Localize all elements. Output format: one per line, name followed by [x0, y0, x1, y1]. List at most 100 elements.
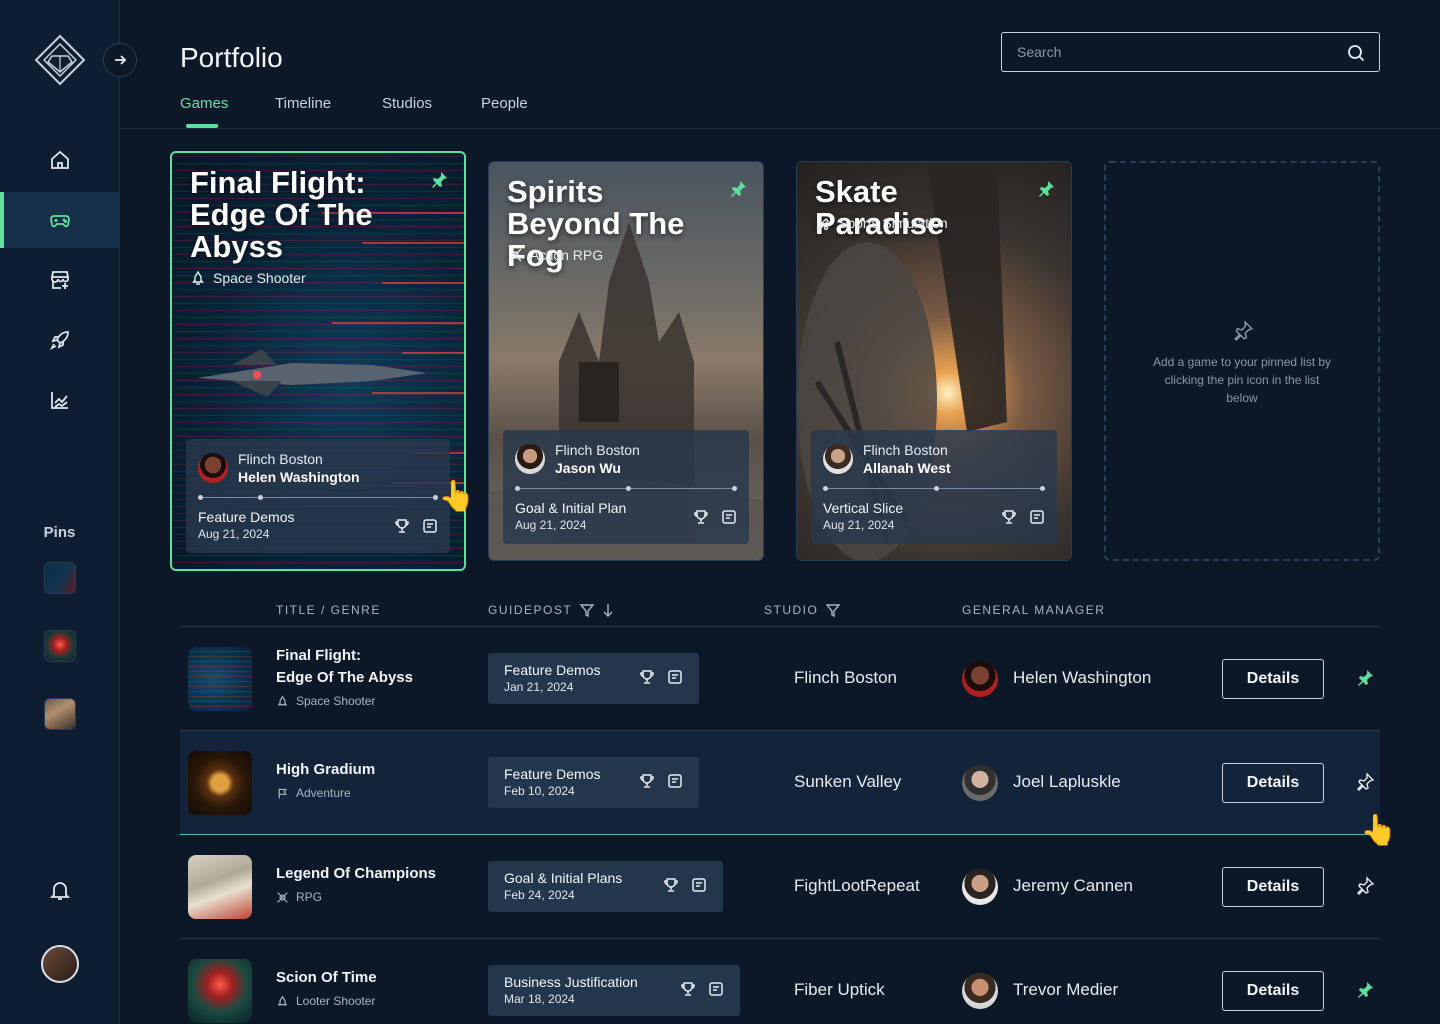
card-studio: Flinch Boston — [238, 451, 323, 467]
nav-store[interactable] — [0, 252, 119, 308]
trophy-icon[interactable] — [693, 509, 709, 525]
notes-icon[interactable] — [1029, 509, 1045, 525]
notes-icon[interactable] — [708, 981, 724, 997]
trophy-icon[interactable] — [394, 518, 410, 534]
rpg-icon — [277, 891, 288, 903]
expand-sidebar-button[interactable] — [103, 43, 137, 77]
guidepost-stage: Feature Demos — [504, 662, 601, 678]
space-shooter-icon — [277, 694, 288, 706]
nav-home[interactable] — [0, 132, 119, 188]
details-button[interactable]: Details — [1222, 763, 1324, 803]
notifications-button[interactable] — [44, 874, 76, 906]
rocket-icon — [49, 331, 69, 351]
notes-icon[interactable] — [691, 877, 707, 893]
header: Portfolio Games Timeline Studios People — [121, 0, 1440, 129]
card-info-panel: Flinch Boston Allanah West Vertical Slic… — [811, 430, 1057, 544]
column-header-label: STUDIO — [764, 603, 819, 617]
details-button[interactable]: Details — [1222, 867, 1324, 907]
column-header-studio[interactable]: STUDIO — [764, 603, 841, 617]
trophy-icon[interactable] — [639, 773, 655, 789]
sports-icon — [816, 218, 829, 231]
gm-avatar — [823, 444, 853, 474]
pinned-card[interactable]: Final Flight: Edge Of The Abyss Space Sh… — [170, 151, 466, 571]
card-genre-label: Space Shooter — [213, 270, 306, 286]
search-box[interactable] — [1001, 32, 1380, 72]
trophy-icon[interactable] — [1001, 509, 1017, 525]
notes-icon[interactable] — [422, 518, 438, 534]
pin-icon[interactable] — [1356, 669, 1374, 687]
pin-icon[interactable] — [430, 171, 448, 189]
row-title: Final Flight: Edge Of The Abyss — [276, 647, 413, 686]
card-date: Aug 21, 2024 — [198, 527, 270, 541]
card-genre-label: Action RPG — [530, 247, 604, 263]
tab-timeline[interactable]: Timeline — [275, 95, 331, 112]
row-studio: Flinch Boston — [794, 668, 897, 687]
guidepost-chip: Feature Demos Jan 21, 2024 — [488, 653, 699, 704]
action-rpg-icon — [508, 248, 522, 262]
tab-games[interactable]: Games — [180, 95, 228, 112]
pin-outline-icon[interactable] — [1356, 773, 1374, 791]
card-stage: Feature Demos — [198, 509, 295, 525]
gm-avatar — [962, 973, 998, 1009]
details-button[interactable]: Details — [1222, 971, 1324, 1011]
gamepad-icon — [49, 215, 70, 228]
card-studio: Flinch Boston — [555, 442, 640, 458]
pin-icon[interactable] — [729, 180, 747, 198]
gm-avatar — [198, 453, 228, 483]
card-stage: Vertical Slice — [823, 500, 904, 516]
notes-icon[interactable] — [667, 669, 683, 685]
table-row[interactable]: Scion Of Time Looter Shooter Business Ju… — [180, 939, 1380, 1024]
pinned-game-thumb[interactable] — [44, 698, 76, 730]
sidebar: Pins — [0, 0, 120, 1024]
pinned-card[interactable]: Skate Paradise Sports Simulation Flinch … — [796, 161, 1072, 561]
notes-icon[interactable] — [667, 773, 683, 789]
search-icon[interactable] — [1347, 44, 1365, 62]
column-header-gm: GENERAL MANAGER — [962, 603, 1105, 617]
progress-track — [823, 486, 1045, 491]
search-input[interactable] — [1002, 33, 1332, 71]
card-gm: Allanah West — [863, 460, 951, 476]
store-icon — [50, 271, 69, 289]
gm-avatar — [515, 444, 545, 474]
row-gm: Joel Lapluskle — [1013, 772, 1121, 791]
guidepost-chip: Goal & Initial Plans Feb 24, 2024 — [488, 861, 723, 912]
table-row[interactable]: Final Flight: Edge Of The Abyss Space Sho… — [180, 627, 1380, 731]
chart-icon — [50, 392, 68, 409]
tab-studios[interactable]: Studios — [382, 95, 432, 112]
home-icon — [50, 150, 69, 169]
pointer-cursor: 👆 — [438, 480, 476, 513]
guidepost-date: Feb 24, 2024 — [504, 888, 575, 902]
card-gm: Jason Wu — [555, 460, 621, 476]
table-row[interactable]: Legend Of Champions RPG Goal & Initial P… — [180, 835, 1380, 939]
pinned-card[interactable]: Spirits Beyond The Fog Action RPG Flinch… — [488, 161, 764, 561]
tab-people[interactable]: People — [481, 95, 528, 112]
table-row[interactable]: High Gradium Adventure Feature Demos Feb… — [180, 731, 1380, 835]
user-avatar[interactable] — [41, 945, 79, 983]
sort-down-icon[interactable] — [602, 603, 614, 617]
pinned-game-thumb[interactable] — [44, 562, 76, 594]
nav-games[interactable] — [0, 192, 119, 248]
guidepost-stage: Feature Demos — [504, 766, 601, 782]
guidepost-stage: Business Justification — [504, 974, 638, 990]
progress-track — [198, 495, 438, 500]
pin-icon[interactable] — [1356, 981, 1374, 999]
trophy-icon[interactable] — [680, 981, 696, 997]
column-header-guidepost[interactable]: GUIDEPOST — [488, 603, 614, 617]
pin-icon[interactable] — [1037, 180, 1055, 198]
pinned-game-thumb[interactable] — [44, 630, 76, 662]
active-tab-indicator — [186, 124, 218, 128]
game-thumbnail — [188, 959, 252, 1023]
trophy-icon[interactable] — [639, 669, 655, 685]
details-button[interactable]: Details — [1222, 659, 1324, 699]
nav-analytics[interactable] — [0, 372, 119, 428]
progress-track — [515, 486, 737, 491]
page-title: Portfolio — [180, 42, 283, 73]
pin-outline-icon[interactable] — [1356, 877, 1374, 895]
nav-launch[interactable] — [0, 312, 119, 368]
filter-icon[interactable] — [580, 603, 595, 617]
notes-icon[interactable] — [721, 509, 737, 525]
trophy-icon[interactable] — [663, 877, 679, 893]
card-genre: Sports Simulation — [815, 215, 948, 231]
gm-avatar — [962, 869, 998, 905]
filter-icon[interactable] — [826, 603, 841, 617]
